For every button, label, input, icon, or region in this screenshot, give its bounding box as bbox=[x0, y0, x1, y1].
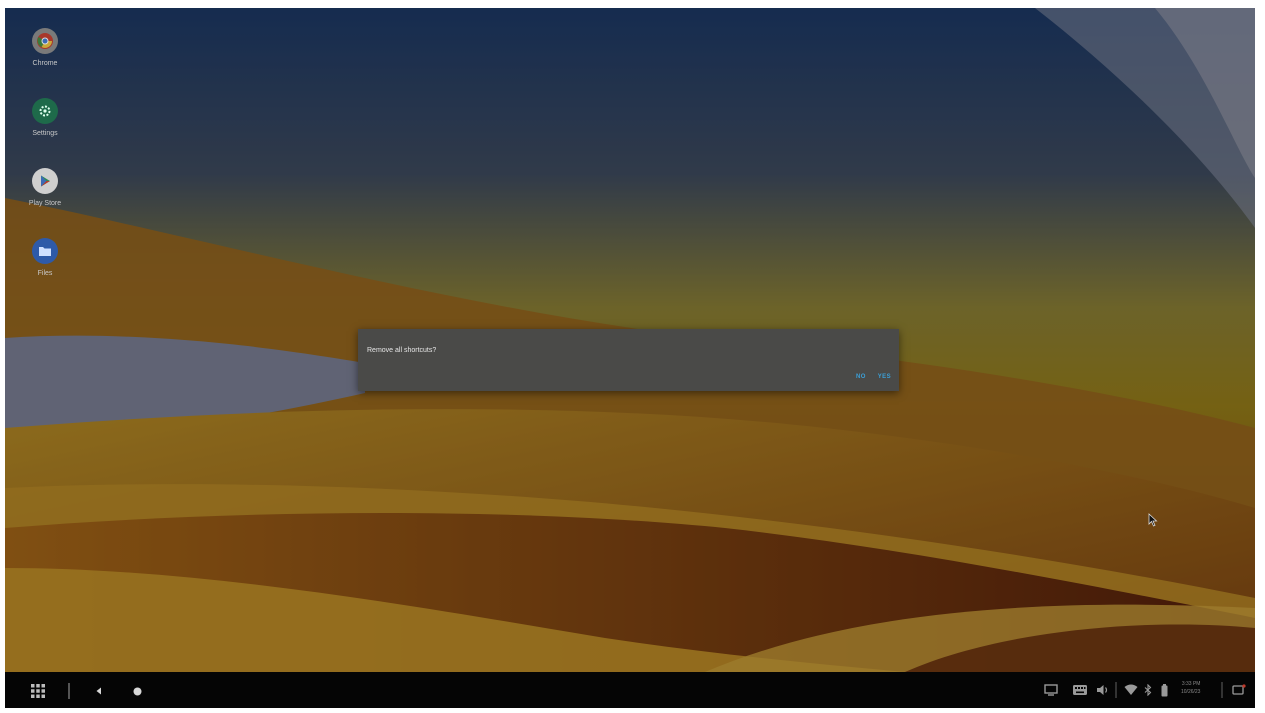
clock-time: 3:33 PM bbox=[1181, 681, 1201, 687]
shortcut-label: Chrome bbox=[32, 60, 58, 67]
remove-shortcuts-dialog: Remove all shortcuts? NO YES bbox=[358, 329, 899, 391]
screencast-icon[interactable] bbox=[1043, 682, 1059, 698]
tray-divider bbox=[1221, 682, 1223, 698]
desktop-screen: Chrome Settings Play Store Files Remove … bbox=[5, 8, 1255, 708]
settings-gear-icon bbox=[32, 98, 58, 124]
dialog-buttons: NO YES bbox=[856, 374, 891, 380]
shortcut-files[interactable]: Files bbox=[11, 238, 79, 277]
yes-button[interactable]: YES bbox=[878, 374, 891, 380]
bluetooth-icon[interactable] bbox=[1143, 682, 1153, 698]
play-store-icon bbox=[32, 168, 58, 194]
keyboard-icon[interactable] bbox=[1071, 682, 1089, 698]
battery-icon[interactable] bbox=[1159, 682, 1169, 698]
shortcut-label: Play Store bbox=[28, 200, 62, 207]
clock-date: 10/26/23 bbox=[1181, 689, 1201, 695]
home-icon[interactable] bbox=[131, 685, 143, 697]
shortcut-play-store[interactable]: Play Store bbox=[11, 168, 79, 207]
shortcut-label: Settings bbox=[32, 130, 58, 137]
shortcut-settings[interactable]: Settings bbox=[11, 98, 79, 137]
dialog-message: Remove all shortcuts? bbox=[367, 347, 437, 354]
files-folder-icon bbox=[32, 238, 58, 264]
shortcut-chrome[interactable]: Chrome bbox=[11, 28, 79, 67]
shortcut-label: Files bbox=[37, 270, 53, 277]
notification-icon[interactable] bbox=[1231, 682, 1247, 698]
wifi-icon[interactable] bbox=[1123, 682, 1139, 698]
app-drawer-icon[interactable] bbox=[29, 682, 47, 700]
taskbar-divider bbox=[68, 683, 70, 699]
volume-icon[interactable] bbox=[1095, 682, 1111, 698]
status-clock[interactable]: 3:33 PM 10/26/23 bbox=[1181, 680, 1200, 696]
tray-divider bbox=[1115, 682, 1117, 698]
back-icon[interactable] bbox=[93, 685, 105, 697]
no-button[interactable]: NO bbox=[856, 374, 866, 380]
mouse-cursor-icon bbox=[1148, 513, 1158, 527]
chrome-icon bbox=[32, 28, 58, 54]
taskbar: 3:33 PM 10/26/23 bbox=[5, 672, 1255, 708]
